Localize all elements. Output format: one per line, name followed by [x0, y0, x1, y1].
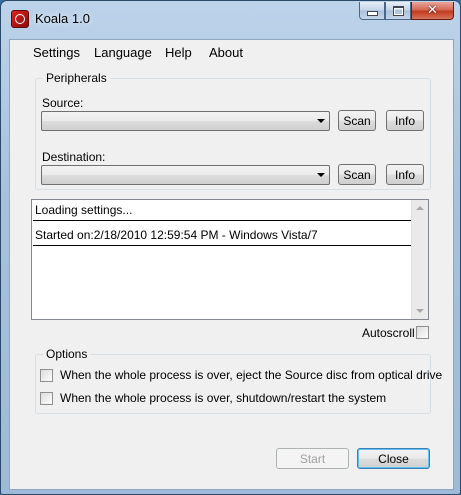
shutdown-checkbox[interactable] [40, 392, 53, 405]
chevron-down-icon [317, 119, 325, 123]
eject-option-label: When the whole process is over, eject th… [60, 368, 443, 382]
menu-about[interactable]: About [209, 45, 243, 60]
source-scan-button[interactable]: Scan [338, 110, 376, 131]
maximize-icon [392, 5, 404, 16]
minimize-button[interactable] [359, 2, 385, 20]
log-separator [33, 220, 411, 221]
window-title: Koala 1.0 [35, 11, 90, 26]
minimize-icon [366, 11, 378, 16]
options-group-label: Options [43, 347, 91, 361]
peripherals-group-label: Peripherals [43, 71, 110, 85]
menu-help[interactable]: Help [165, 45, 192, 60]
autoscroll-label: Autoscroll [362, 326, 415, 340]
chevron-down-icon [317, 173, 325, 177]
scroll-down-icon[interactable] [416, 309, 424, 313]
log-separator [33, 245, 411, 246]
destination-info-button[interactable]: Info [386, 164, 424, 185]
close-icon: ✕ [427, 3, 438, 18]
autoscroll-checkbox[interactable] [416, 326, 429, 339]
log-scrollbar[interactable] [411, 200, 428, 319]
options-group: Options [35, 347, 431, 414]
shutdown-option-label: When the whole process is over, shutdown… [60, 391, 387, 405]
scroll-up-icon[interactable] [416, 206, 424, 210]
close-window-button[interactable]: ✕ [411, 2, 454, 20]
close-button[interactable]: Close [357, 448, 430, 469]
caption-buttons: ✕ [359, 2, 454, 20]
title-bar[interactable]: Koala 1.0 ✕ [1, 1, 460, 39]
menu-settings[interactable]: Settings [33, 45, 80, 60]
destination-scan-button[interactable]: Scan [338, 164, 376, 185]
start-button[interactable]: Start [276, 448, 349, 469]
menu-language[interactable]: Language [94, 45, 152, 60]
source-dropdown[interactable] [41, 111, 330, 131]
menu-bar: Settings Language Help About [10, 40, 453, 64]
log-line-1: Loading settings... [35, 203, 133, 217]
window-frame: Koala 1.0 ✕ Settings Language Help About… [0, 0, 461, 495]
eject-checkbox[interactable] [40, 369, 53, 382]
client-area: Settings Language Help About Peripherals… [9, 39, 454, 490]
log-line-2: Started on:2/18/2010 12:59:54 PM - Windo… [35, 228, 318, 242]
source-info-button[interactable]: Info [386, 110, 424, 131]
log-output[interactable]: Loading settings... Started on:2/18/2010… [31, 199, 429, 320]
app-icon[interactable] [11, 10, 29, 28]
destination-dropdown[interactable] [41, 165, 330, 185]
source-label: Source: [42, 96, 84, 110]
maximize-button[interactable] [385, 2, 411, 20]
destination-label: Destination: [42, 150, 106, 164]
